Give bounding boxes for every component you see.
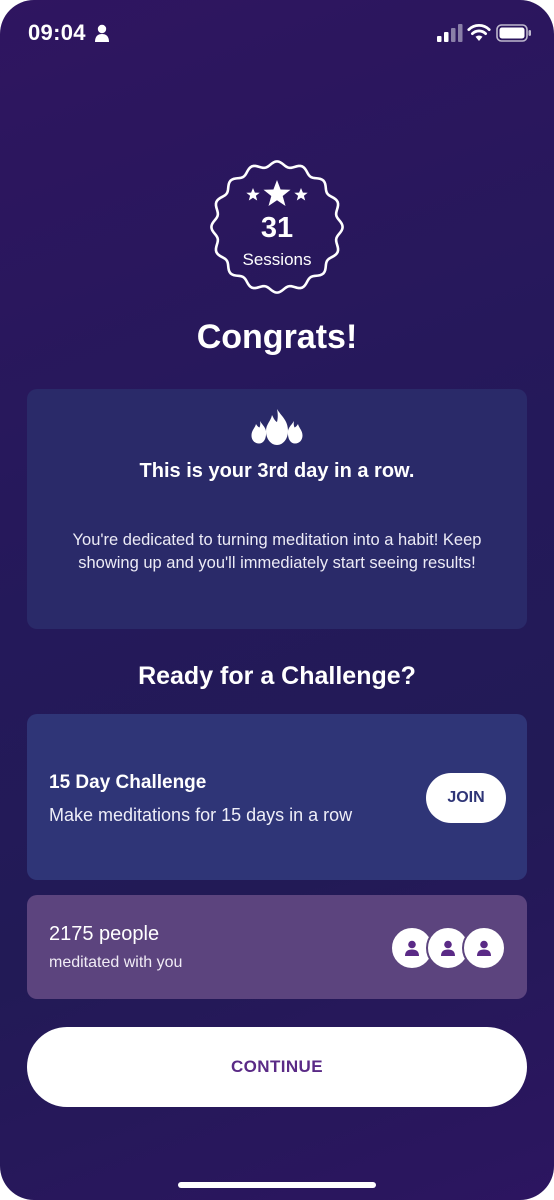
- person-icon: [477, 940, 491, 956]
- phone-screen: 09:04 31 Sessions Congrats! This is your…: [0, 0, 554, 1200]
- community-card: 2175 people meditated with you: [27, 895, 527, 999]
- battery-icon: [496, 24, 531, 42]
- continue-button[interactable]: CONTINUE: [27, 1027, 527, 1107]
- person-icon: [405, 940, 419, 956]
- challenge-title: 15 Day Challenge: [49, 772, 207, 793]
- streak-description: You're dedicated to turning meditation i…: [72, 531, 482, 572]
- sessions-badge: 31 Sessions: [208, 160, 346, 294]
- signal-icon: [437, 24, 463, 42]
- challenge-heading: Ready for a Challenge?: [138, 662, 416, 690]
- home-indicator[interactable]: [178, 1182, 376, 1188]
- people-subtitle: meditated with you: [49, 954, 183, 971]
- status-time: 09:04: [28, 20, 86, 45]
- stars-icon: [246, 180, 308, 206]
- person-icon: [441, 940, 455, 956]
- congrats-title: Congrats!: [196, 318, 358, 356]
- avatar: [462, 926, 506, 970]
- streak-card: This is your 3rd day in a row. You're de…: [27, 389, 527, 629]
- people-count: 2175 people: [49, 923, 160, 945]
- flame-icon: [251, 409, 303, 445]
- challenge-description: Make meditations for 15 days in a row: [49, 805, 353, 825]
- challenge-card[interactable]: 15 Day Challenge Make meditations for 15…: [27, 714, 527, 880]
- wifi-icon: [467, 24, 491, 41]
- sessions-count: 31: [260, 212, 294, 244]
- join-button[interactable]: JOIN: [426, 773, 506, 823]
- status-bar: 09:04: [0, 0, 554, 66]
- person-icon: [95, 24, 109, 42]
- streak-title: This is your 3rd day in a row.: [139, 460, 415, 482]
- sessions-label: Sessions: [242, 250, 312, 269]
